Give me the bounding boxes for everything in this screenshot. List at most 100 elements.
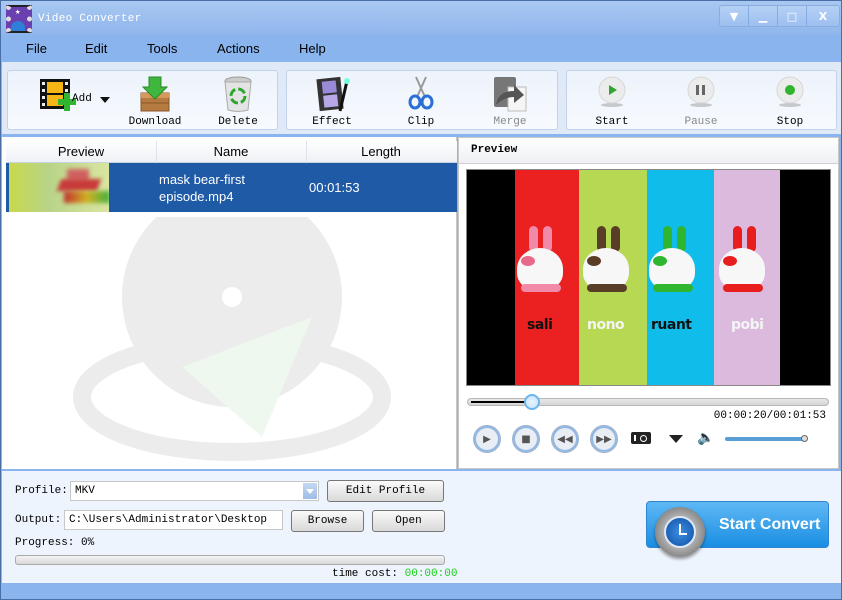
status-bar xyxy=(2,583,841,599)
stop-label: Stop xyxy=(776,116,804,128)
preview-title: Preview xyxy=(471,144,518,156)
character-name: nono xyxy=(587,317,625,333)
title-bar: ★ Video Converter ▼ ▁ □ X xyxy=(1,1,841,35)
preview-header: Preview xyxy=(459,138,838,164)
profile-label: Profile: xyxy=(15,485,68,497)
start-button[interactable]: Start xyxy=(582,71,642,129)
file-name-line1: mask bear-first xyxy=(159,172,245,187)
column-length[interactable]: Length xyxy=(306,144,456,159)
preview-panel: Preview sali nono ruant pobi 00:00:20/00… xyxy=(458,137,839,469)
file-name-line2: episode.mp4 xyxy=(159,189,234,204)
seek-slider[interactable] xyxy=(467,394,829,410)
column-name[interactable]: Name xyxy=(156,144,306,159)
clock-convert-icon xyxy=(655,507,705,557)
video-thumbnail xyxy=(9,163,109,212)
menu-file[interactable]: File xyxy=(26,41,47,56)
effect-label: Effect xyxy=(312,116,352,128)
close-button[interactable]: X xyxy=(807,6,839,26)
merge-button[interactable]: Merge xyxy=(480,71,540,129)
volume-handle[interactable] xyxy=(801,435,808,442)
volume-speaker-icon[interactable]: 🔈 xyxy=(697,430,714,446)
app-logo-icon: ★ xyxy=(6,5,32,33)
snapshot-dropdown-icon[interactable] xyxy=(669,435,683,443)
download-label: Download xyxy=(128,116,182,128)
window-controls: ▼ ▁ □ X xyxy=(719,5,840,27)
film-add-icon xyxy=(40,79,76,111)
output-label: Output: xyxy=(15,514,62,526)
add-label: Add xyxy=(72,93,92,105)
menu-help[interactable]: Help xyxy=(299,41,326,56)
seek-progress xyxy=(471,401,531,403)
conversion-progress-bar xyxy=(15,555,445,565)
file-row[interactable]: mask bear-first episode.mp4 00:01:53 xyxy=(6,163,457,212)
chevron-down-icon[interactable] xyxy=(303,483,317,499)
stop-icon xyxy=(776,76,804,107)
delete-label: Delete xyxy=(218,116,258,128)
play-icon: ▶ xyxy=(483,433,491,445)
settings-panel: Profile: MKV Edit Profile Output: C:\Use… xyxy=(2,471,841,583)
clip-button[interactable]: Clip xyxy=(391,71,451,129)
fast-forward-icon: ▶▶ xyxy=(596,433,612,445)
download-box-icon xyxy=(140,76,170,112)
volume-slider[interactable] xyxy=(725,435,808,442)
column-preview[interactable]: Preview xyxy=(6,144,156,159)
character-name: ruant xyxy=(651,317,692,333)
menu-edit[interactable]: Edit xyxy=(85,41,107,56)
toolbar-group-file: Add Download Delete xyxy=(7,70,278,130)
scissors-icon xyxy=(408,76,434,110)
menu-tools[interactable]: Tools xyxy=(147,41,177,56)
download-button[interactable]: Download xyxy=(125,71,185,129)
edit-profile-button[interactable]: Edit Profile xyxy=(327,480,444,502)
file-length: 00:01:53 xyxy=(309,180,360,195)
profile-value: MKV xyxy=(75,485,95,497)
clip-label: Clip xyxy=(407,116,435,128)
delete-button[interactable]: Delete xyxy=(208,71,268,129)
browse-button[interactable]: Browse xyxy=(291,510,364,532)
minimize-button[interactable]: ▁ xyxy=(749,6,778,26)
open-button[interactable]: Open xyxy=(372,510,445,532)
time-cost-value: 00:00:00 xyxy=(404,568,458,580)
time-cost: time cost: 00:00:00 xyxy=(332,568,457,580)
maximize-button[interactable]: □ xyxy=(778,6,807,26)
seek-handle[interactable] xyxy=(523,394,540,410)
effect-button[interactable]: Effect xyxy=(302,71,362,129)
pause-icon xyxy=(687,76,715,107)
menu-bar: File Edit Tools Actions Help xyxy=(1,37,841,61)
app-window: ★ Video Converter ▼ ▁ □ X File Edit Tool… xyxy=(0,0,842,600)
player-stop-button[interactable]: ■ xyxy=(512,425,540,453)
add-dropdown-arrow-icon[interactable] xyxy=(100,97,110,103)
time-cost-label: time cost: xyxy=(332,568,399,580)
output-path-field[interactable]: C:\Users\Administrator\Desktop xyxy=(64,510,283,530)
stop-button[interactable]: Stop xyxy=(760,71,820,129)
add-button[interactable]: Add xyxy=(12,71,112,129)
toolbar-group-edit: Effect Clip Merge xyxy=(286,70,558,130)
file-list-header: Preview Name Length xyxy=(6,141,457,163)
start-convert-label: Start Convert xyxy=(719,516,821,533)
window-title: Video Converter xyxy=(38,13,142,25)
video-frame[interactable]: sali nono ruant pobi xyxy=(466,169,831,386)
play-icon xyxy=(598,76,626,107)
player-rewind-button[interactable]: ◀◀ xyxy=(551,425,579,453)
profile-select[interactable]: MKV xyxy=(70,481,319,501)
file-list-panel: Preview Name Length mask bear-first epis… xyxy=(2,137,457,469)
start-convert-button[interactable]: Start Convert xyxy=(646,501,829,557)
film-effect-icon xyxy=(316,76,350,112)
progress-label: Progress: 0% xyxy=(15,537,95,549)
rewind-icon: ◀◀ xyxy=(557,433,573,445)
merge-label: Merge xyxy=(493,116,527,128)
character-name: sali xyxy=(527,317,553,333)
menu-actions[interactable]: Actions xyxy=(217,41,260,56)
snapshot-camera-icon[interactable] xyxy=(631,432,651,444)
player-forward-button[interactable]: ▶▶ xyxy=(590,425,618,453)
watermark-film-reel-icon xyxy=(73,217,391,461)
player-play-button[interactable]: ▶ xyxy=(473,425,501,453)
pause-button[interactable]: Pause xyxy=(671,71,731,129)
start-label: Start xyxy=(595,116,629,128)
toolbar-group-playback: Start Pause Stop xyxy=(566,70,837,130)
file-name: mask bear-first episode.mp4 xyxy=(159,171,289,205)
recycle-bin-icon xyxy=(224,76,252,112)
time-readout: 00:00:20/00:01:53 xyxy=(713,410,826,422)
pause-label: Pause xyxy=(684,116,718,128)
window-menu-button[interactable]: ▼ xyxy=(720,6,749,26)
character-name: pobi xyxy=(731,317,764,333)
